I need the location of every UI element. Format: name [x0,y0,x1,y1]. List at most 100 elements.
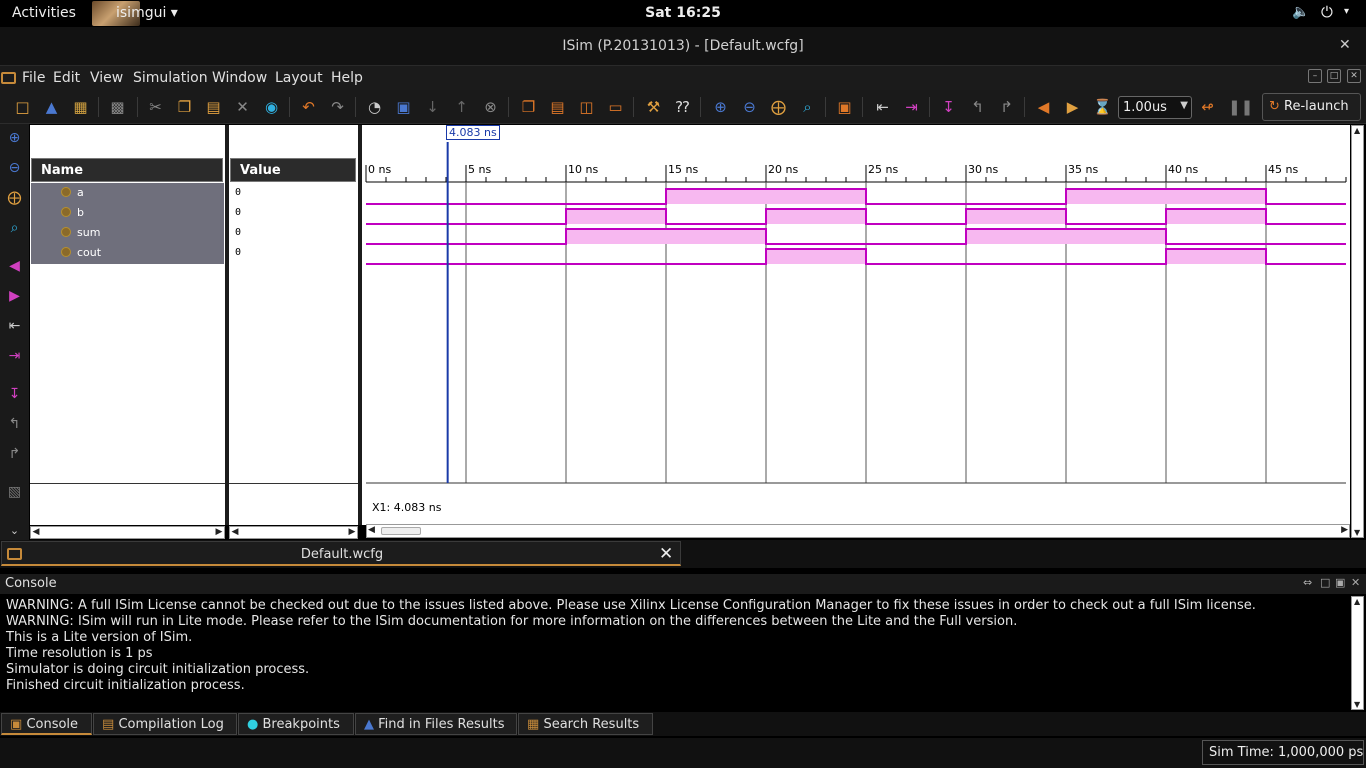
find-in-files-icon[interactable]: ▣ [395,99,412,116]
save-icon[interactable]: ▦ [72,99,89,116]
step-icon[interactable]: ↫ [1199,99,1216,116]
scroll-thumb[interactable] [381,527,421,535]
waveform-hscrollbar[interactable]: ◀ ▶ [366,524,1350,538]
menu-view[interactable]: View [90,70,123,86]
next-marker-icon[interactable]: ↱ [6,446,23,463]
zoom-cursor-icon[interactable]: ⌕ [6,220,23,237]
zoom-out-icon[interactable]: ⊖ [6,160,23,177]
find-previous-icon[interactable]: ↑ [453,99,470,116]
delete-icon[interactable]: ✕ [234,99,251,116]
menu-simulation[interactable]: Simulation [133,70,208,86]
scroll-right-icon[interactable]: ▶ [214,526,224,539]
console-output[interactable]: WARNING: A full ISim License cannot be c… [0,596,1350,710]
zoom-to-full-view-icon[interactable]: ⨁ [770,99,787,116]
cursor-time-label[interactable]: 4.083 ns [446,125,500,140]
value-column-header[interactable]: Value [230,158,356,182]
previous-marker-icon[interactable]: ↰ [969,99,986,116]
settings-wrench-icon[interactable]: ⚒ [645,99,662,116]
find-next-icon[interactable]: ↓ [424,99,441,116]
power-menu-chevron-icon[interactable]: ▾ [1344,6,1349,17]
previous-transition-icon[interactable]: ⇤ [6,318,23,335]
zoom-out-icon[interactable]: ⊖ [741,99,758,116]
power-icon[interactable]: ⏻ [1321,3,1333,21]
signal-row-a[interactable]: a [31,183,224,203]
context-help-icon[interactable]: ⁇ [674,99,691,116]
signal-row-cout[interactable]: cout [31,243,224,263]
add-marker-icon[interactable]: ↧ [940,99,957,116]
menu-layout[interactable]: Layout [275,70,323,86]
signal-row-sum[interactable]: sum [31,223,224,243]
waveform-canvas[interactable]: 0 ns 5 ns 10 ns 15 ns 20 ns 25 ns 30 ns 35 ns 40… [362,125,1350,485]
clear-find-icon[interactable]: ⊗ [482,99,499,116]
copy-icon[interactable]: ❐ [176,99,193,116]
next-transition-icon[interactable]: ⇥ [6,348,23,365]
tab-find-in-files-results[interactable]: ▲ Find in Files Results [355,713,517,735]
go-to-time-zero-icon[interactable]: ◀ [6,258,23,275]
window-close-button[interactable]: ✕ [1339,37,1351,53]
volume-icon[interactable]: 🔈 [1292,4,1309,20]
console-maximize-icon[interactable]: ▣ [1335,576,1345,589]
find-icon[interactable]: ◔ [366,99,383,116]
scroll-right-icon[interactable]: ▶ [1341,525,1348,535]
pause-icon[interactable]: ❚❚ [1228,99,1253,116]
console-float-icon[interactable]: ⇔ [1303,576,1312,589]
scroll-left-icon[interactable]: ◀ [230,526,240,539]
previous-transition-icon[interactable]: ⇤ [874,99,891,116]
value-panel-hscrollbar[interactable]: ◀ ▶ [229,526,358,539]
menu-help[interactable]: Help [331,70,363,86]
menu-window[interactable]: Window [212,70,267,86]
find-object-icon[interactable]: ◉ [263,99,280,116]
menu-file[interactable]: File [22,70,45,86]
run-all-icon[interactable]: ▶ [1064,99,1081,116]
waveform-vscrollbar[interactable]: ▲ ▼ [1351,125,1364,538]
relaunch-button[interactable]: ↻ Re-launch [1262,93,1361,121]
restart-icon[interactable]: ◀ [1035,99,1052,116]
tile-vertical-icon[interactable]: ◫ [578,99,595,116]
run-for-time-icon[interactable]: ⌛ [1093,99,1112,116]
paste-icon[interactable]: ▤ [205,99,222,116]
clock[interactable]: Sat 16:25 [0,5,1366,21]
tab-compilation-log[interactable]: ▤ Compilation Log [93,713,237,735]
waveform-panel[interactable]: 0 ns 5 ns 10 ns 15 ns 20 ns 25 ns 30 ns 35 ns 40… [362,125,1350,525]
menu-edit[interactable]: Edit [53,70,80,86]
doc-minimize-button[interactable]: – [1308,69,1322,83]
scroll-up-icon[interactable]: ▲ [1354,126,1360,135]
more-tools-chevron-icon[interactable]: ⌄ [6,522,23,539]
scroll-right-icon[interactable]: ▶ [347,526,357,539]
run-time-select[interactable]: 1.00us ▼ [1118,96,1192,119]
go-to-latest-time-icon[interactable]: ▶ [6,288,23,305]
scroll-down-icon[interactable]: ▼ [1354,700,1360,709]
previous-marker-icon[interactable]: ↰ [6,416,23,433]
scroll-left-icon[interactable]: ◀ [31,526,41,539]
tab-breakpoints[interactable]: ● Breakpoints [238,713,354,735]
print-icon[interactable]: ▩ [109,99,126,116]
zoom-full-icon[interactable]: ⨁ [6,190,23,207]
cursor-to-time-icon[interactable]: ▣ [836,99,853,116]
signal-row-b[interactable]: b [31,203,224,223]
zoom-in-icon[interactable]: ⊕ [712,99,729,116]
toggle-window-icon[interactable]: ▭ [607,99,624,116]
next-transition-icon[interactable]: ⇥ [903,99,920,116]
undo-icon[interactable]: ↶ [300,99,317,116]
zoom-in-icon[interactable]: ⊕ [6,130,23,147]
zoom-to-cursor-icon[interactable]: ⌕ [799,99,816,116]
scroll-up-icon[interactable]: ▲ [1354,597,1360,606]
add-marker-icon[interactable]: ↧ [6,386,23,403]
doc-close-button[interactable]: ✕ [1347,69,1361,83]
console-restore-icon[interactable]: □ [1320,576,1330,589]
new-file-icon[interactable]: □ [14,99,31,116]
name-panel-hscrollbar[interactable]: ◀ ▶ [30,526,225,539]
next-marker-icon[interactable]: ↱ [998,99,1015,116]
console-vscrollbar[interactable]: ▲ ▼ [1351,596,1364,710]
tab-console[interactable]: ▣ Console [1,713,92,735]
name-column-header[interactable]: Name [31,158,223,182]
console-close-icon[interactable]: ✕ [1351,576,1360,589]
close-tab-icon[interactable]: ✕ [659,544,673,564]
scroll-left-icon[interactable]: ◀ [368,525,375,535]
tab-search-results[interactable]: ▦ Search Results [518,713,653,735]
cut-icon[interactable]: ✂ [147,99,164,116]
redo-icon[interactable]: ↷ [329,99,346,116]
cascade-windows-icon[interactable]: ❐ [520,99,537,116]
open-file-icon[interactable]: ▲ [43,99,60,116]
swap-cursors-icon[interactable]: ▧ [6,484,23,501]
